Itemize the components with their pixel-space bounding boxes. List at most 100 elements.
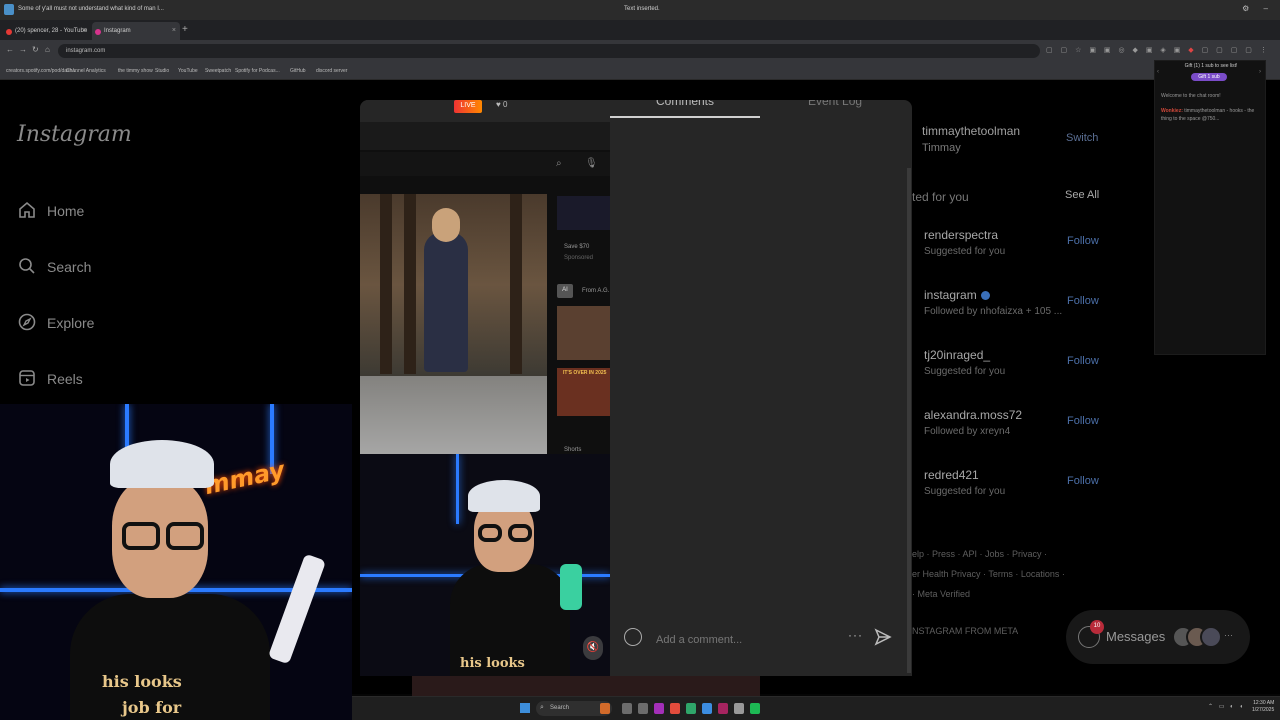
taskbar-app-icon[interactable] — [600, 703, 610, 714]
webcam-glasses — [166, 522, 204, 550]
more-options-icon[interactable]: ··· — [848, 628, 863, 642]
footer-links[interactable]: er Health Privacy · Terms · Locations · — [912, 569, 1065, 579]
follow-button[interactable]: Follow — [1067, 355, 1099, 367]
video-player[interactable] — [360, 194, 547, 454]
instagram-logo[interactable]: Instagram — [17, 122, 132, 147]
bookmark-item[interactable]: discord server — [316, 68, 347, 74]
suggestion-row: redred421 Suggested for you Follow — [912, 468, 1152, 504]
bookmarks-bar: creators.spotify.com/pod/dash/... Channe… — [0, 62, 1280, 80]
home-icon[interactable]: ⌂ — [45, 45, 50, 54]
footer-copyright: NSTAGRAM FROM META — [912, 626, 1019, 636]
bookmark-item[interactable]: Channel Analytics — [66, 68, 106, 74]
extension-alert-icon[interactable]: ◆ — [1188, 47, 1196, 54]
bookmark-item[interactable]: Studio — [155, 68, 169, 74]
taskbar-clock[interactable]: 12:30 AM 1/27/2025 — [1252, 700, 1274, 714]
bookmark-item[interactable]: Sweetpatch — [205, 68, 231, 74]
viewer-count-value: 0 — [502, 100, 508, 109]
bookmark-item[interactable]: YouTube — [178, 68, 198, 74]
comment-input[interactable] — [656, 632, 836, 648]
home-icon — [19, 201, 35, 218]
stream-comments-popup: LIVE ♥ 0 Comments Event Log ⌕ 🎙 Save $70… — [360, 100, 912, 676]
taskbar-app-icon[interactable] — [670, 703, 680, 714]
comment-composer: ··· — [610, 616, 906, 664]
suggestion-username[interactable]: renderspectra — [924, 228, 998, 242]
bookmark-item[interactable]: Spotify for Podcas... — [235, 68, 280, 74]
gift-sub-button[interactable]: Gift 1 sub — [1191, 73, 1227, 81]
close-tab-icon[interactable]: × — [83, 27, 87, 34]
taskbar-app-icon[interactable] — [638, 703, 648, 714]
webcam-glasses — [478, 524, 502, 542]
nav-label: Home — [47, 203, 85, 219]
taskbar-app-icon[interactable] — [702, 703, 712, 714]
webcam-glasses — [122, 522, 160, 550]
suggestion-reason: Suggested for you — [924, 246, 1006, 257]
chat-welcome: Welcome to the chat room! — [1161, 93, 1221, 99]
see-all-link[interactable]: See All — [1065, 189, 1099, 201]
switch-account-link[interactable]: Switch — [1066, 132, 1098, 144]
neon-sign: mmay — [201, 455, 288, 501]
taskbar-app-icon[interactable] — [686, 703, 696, 714]
video-site-header — [360, 122, 610, 150]
account-username[interactable]: timmaythetoolman — [922, 124, 1020, 138]
new-tab-button[interactable]: + — [182, 24, 188, 35]
chevron-right-icon[interactable]: › — [1259, 69, 1261, 75]
follow-button[interactable]: Follow — [1067, 235, 1099, 247]
instagram-favicon-icon — [95, 29, 101, 35]
comments-scrollbar[interactable] — [907, 168, 911, 673]
follow-button[interactable]: Follow — [1067, 415, 1099, 427]
nav-label: Search — [47, 259, 92, 275]
suggestions-column: timmaythetoolman Timmay Switch ted for y… — [912, 80, 1152, 694]
messages-button[interactable]: 10 Messages ··· — [1066, 610, 1250, 664]
window-controls[interactable]: ⚙ – — [1242, 4, 1274, 13]
system-tray[interactable]: ⌃ ▭ ◐ ◖ — [1208, 703, 1245, 710]
suggestion-row: instagram Followed by nhofaizxa + 105 ..… — [912, 288, 1152, 324]
bookmark-item[interactable]: GitHub — [290, 68, 306, 74]
forward-icon[interactable]: → — [19, 45, 27, 54]
clock-date: 1/27/2025 — [1252, 707, 1275, 713]
taskbar: ⌕ Search ⌃ ▭ ◐ ◖ 12:30 AM 1/27/2025 — [352, 696, 1280, 720]
account-full-name: Timmay — [922, 142, 961, 154]
suggestion-username[interactable]: tj20inraged_ — [924, 348, 990, 362]
back-icon[interactable]: ← — [6, 45, 14, 54]
video-scene-detail — [380, 194, 392, 374]
taskbar-app-icon[interactable] — [654, 703, 664, 714]
footer-links[interactable]: elp · Press · API · Jobs · Privacy · — [912, 549, 1047, 559]
suggestion-username[interactable]: instagram — [924, 288, 990, 302]
bookmark-item[interactable]: the timmy show — [118, 68, 153, 74]
extensions-strip[interactable]: ▢ ▢ ☆ ▣ ▣ ◎ ◆ ▣ ◈ ▣ ◆ ▢ ▢ ▢ ▢ ⋮ — [1046, 46, 1270, 56]
send-icon[interactable] — [874, 628, 892, 646]
mute-icon[interactable]: 🔇 — [583, 636, 603, 660]
suggestion-username[interactable]: redred421 — [924, 468, 979, 482]
taskbar-app-icon[interactable] — [750, 703, 760, 714]
footer-links[interactable]: · Meta Verified — [912, 589, 970, 599]
taskbar-app-icon[interactable] — [734, 703, 744, 714]
address-bar[interactable]: instagram.com — [58, 44, 1040, 58]
taskbar-app-icon[interactable] — [622, 703, 632, 714]
suggestion-reason: Followed by nhofaizxa + 105 ... — [924, 306, 1063, 317]
avatar — [1200, 626, 1222, 648]
more-avatars-icon: ··· — [1224, 630, 1233, 640]
messages-label: Messages — [1106, 629, 1166, 644]
tab-youtube[interactable]: (20) spencer, 28 - YouTube × — [3, 22, 91, 40]
suggestion-reason: Suggested for you — [924, 366, 1006, 377]
url-text: instagram.com — [66, 48, 106, 54]
recommended-thumbnail[interactable] — [557, 306, 613, 360]
video-scene-detail — [404, 194, 416, 374]
reload-icon[interactable]: ↻ — [32, 45, 39, 54]
taskbar-app-icon[interactable] — [718, 703, 728, 714]
windows-start-icon[interactable] — [520, 703, 530, 713]
nav-label: Reels — [47, 371, 83, 387]
close-tab-icon[interactable]: × — [172, 27, 176, 34]
webcam-cap — [110, 440, 214, 488]
tab-comments[interactable]: Comments — [656, 100, 714, 108]
tab-event-log[interactable]: Event Log — [808, 100, 862, 108]
recommended-thumbnail[interactable] — [557, 196, 613, 230]
search-icon: ⌕ — [556, 158, 562, 169]
suggestion-username[interactable]: alexandra.moss72 — [924, 408, 1022, 422]
follow-button[interactable]: Follow — [1067, 295, 1099, 307]
chevron-left-icon[interactable]: ‹ — [1157, 69, 1159, 75]
tab-instagram[interactable]: Instagram × — [92, 22, 180, 40]
follow-button[interactable]: Follow — [1067, 475, 1099, 487]
recommended-thumbnail[interactable]: IT'S OVER IN 2025 — [557, 368, 613, 416]
emoji-icon[interactable] — [624, 628, 642, 646]
